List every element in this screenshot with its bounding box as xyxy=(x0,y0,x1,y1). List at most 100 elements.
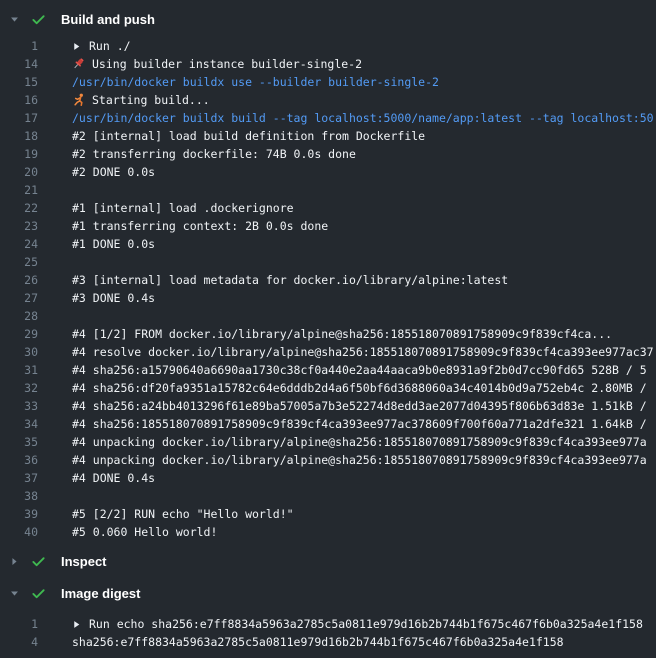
section-image-digest: Image digest 1Run echo sha256:e7ff8834a59… xyxy=(0,584,656,651)
log-text: #2 transferring dockerfile: 74B 0.0s don… xyxy=(72,145,356,163)
log-text: #4 sha256:a15790640a6690aa1730c38cf0a440… xyxy=(72,361,647,379)
expand-group-icon[interactable] xyxy=(72,620,81,629)
log-text-value: #4 sha256:a24bb4013296f61e89ba57005a7b3e… xyxy=(72,397,647,415)
log-line: 16 Starting build... xyxy=(0,91,656,109)
log-text-value: Starting build... xyxy=(92,91,210,109)
line-number[interactable]: 30 xyxy=(0,343,38,361)
log-line: 31 #4 sha256:a15790640a6690aa1730c38cf0a4… xyxy=(0,361,656,379)
section-header-inspect[interactable]: Inspect xyxy=(0,552,656,570)
log-line: 20 #2 DONE 0.0s xyxy=(0,163,656,181)
log-text-value: #4 sha256:a15790640a6690aa1730c38cf0a440… xyxy=(72,361,647,379)
log-text: #2 DONE 0.0s xyxy=(72,163,155,181)
log-line: 32 #4 sha256:df20fa9351a15782c64e6dddb2d4… xyxy=(0,379,656,397)
chevron-down-icon[interactable] xyxy=(8,587,21,600)
line-number[interactable]: 15 xyxy=(0,73,38,91)
chevron-down-icon[interactable] xyxy=(8,13,21,26)
log-line: 37 #4 DONE 0.4s xyxy=(0,469,656,487)
log-sections: Build and push1Run ./14Using builder ins… xyxy=(0,10,656,651)
log-text-value: sha256:e7ff8834a5963a2785c5a0811e979d16b… xyxy=(72,633,564,651)
log-text-value: #4 sha256:df20fa9351a15782c64e6dddb2d4a6… xyxy=(72,379,647,397)
log-text: #4 unpacking docker.io/library/alpine@sh… xyxy=(72,451,647,469)
log-line: 1Run echo sha256:e7ff8834a5963a2785c5a08… xyxy=(0,615,656,633)
line-number[interactable]: 18 xyxy=(0,127,38,145)
log-text-value: #4 [1/2] FROM docker.io/library/alpine@s… xyxy=(72,325,612,343)
line-number[interactable]: 1 xyxy=(0,37,38,55)
log-line: 24 #1 DONE 0.0s xyxy=(0,235,656,253)
log-text-value: #4 sha256:185518070891758909c9f839cf4ca3… xyxy=(72,415,647,433)
log-line: 17/usr/bin/docker buildx build --tag loc… xyxy=(0,109,656,127)
line-number[interactable]: 28 xyxy=(0,307,38,325)
log-text: #5 0.060 Hello world! xyxy=(72,523,217,541)
log-text-value: #1 [internal] load .dockerignore xyxy=(72,199,294,217)
log-line: 26#3 [internal] load metadata for docker… xyxy=(0,271,656,289)
log-line: 19 #2 transferring dockerfile: 74B 0.0s d… xyxy=(0,145,656,163)
chevron-right-icon[interactable] xyxy=(8,555,21,568)
line-number[interactable]: 4 xyxy=(0,633,38,651)
pushpin-icon xyxy=(72,57,86,71)
line-number[interactable]: 26 xyxy=(0,271,38,289)
log-text: Starting build... xyxy=(72,91,210,109)
success-check-icon xyxy=(31,586,46,601)
log-text-value: #1 transferring context: 2B 0.0s done xyxy=(72,217,328,235)
line-number[interactable]: 25 xyxy=(0,253,38,271)
log-text-value: #3 DONE 0.4s xyxy=(72,289,155,307)
log-text: #2 [internal] load build definition from… xyxy=(72,127,425,145)
log-text: #1 transferring context: 2B 0.0s done xyxy=(72,217,328,235)
log-line: 22 #1 [internal] load .dockerignore xyxy=(0,199,656,217)
line-number[interactable]: 20 xyxy=(0,163,38,181)
log-line: 27 #3 DONE 0.4s xyxy=(0,289,656,307)
runner-icon xyxy=(72,93,86,107)
section-build-and-push: Build and push 1 Run ./ 14 Using builder ins… xyxy=(0,10,656,541)
line-number[interactable]: 16 xyxy=(0,91,38,109)
log-line: 21 xyxy=(0,181,656,199)
line-number[interactable]: 14 xyxy=(0,55,38,73)
line-number[interactable]: 21 xyxy=(0,181,38,199)
line-number[interactable]: 32 xyxy=(0,379,38,397)
log-line: 28 xyxy=(0,307,656,325)
line-number[interactable]: 1 xyxy=(0,615,38,633)
log-text: #4 sha256:df20fa9351a15782c64e6dddb2d4a6… xyxy=(72,379,647,397)
log-line: 36 #4 unpacking docker.io/library/alpine@… xyxy=(0,451,656,469)
line-number[interactable]: 23 xyxy=(0,217,38,235)
line-number[interactable]: 40 xyxy=(0,523,38,541)
line-number[interactable]: 27 xyxy=(0,289,38,307)
expand-group-icon[interactable] xyxy=(72,42,81,51)
log-text-value: #4 unpacking docker.io/library/alpine@sh… xyxy=(72,451,647,469)
log-text-value: #2 [internal] load build definition from… xyxy=(72,127,425,145)
line-number[interactable]: 31 xyxy=(0,361,38,379)
log-line: 40 #5 0.060 Hello world! xyxy=(0,523,656,541)
section-title: Inspect xyxy=(61,554,107,569)
section-header-build-and-push[interactable]: Build and push xyxy=(0,10,656,28)
section-header-image-digest[interactable]: Image digest xyxy=(0,584,656,602)
log-text: #3 DONE 0.4s xyxy=(72,289,155,307)
log-line: 25 xyxy=(0,253,656,271)
log-text-value: #4 unpacking docker.io/library/alpine@sh… xyxy=(72,433,647,451)
line-number[interactable]: 35 xyxy=(0,433,38,451)
log-text-value: Using builder instance builder-single-2 xyxy=(92,55,362,73)
section-inspect: Inspect xyxy=(0,552,656,570)
line-number[interactable]: 33 xyxy=(0,397,38,415)
line-number[interactable]: 36 xyxy=(0,451,38,469)
line-number[interactable]: 17 xyxy=(0,109,38,127)
log-text-value: #1 DONE 0.0s xyxy=(72,235,155,253)
log-text: #4 DONE 0.4s xyxy=(72,469,155,487)
line-number[interactable]: 29 xyxy=(0,325,38,343)
log-line: 18 #2 [internal] load build definition fr… xyxy=(0,127,656,145)
line-number[interactable]: 39 xyxy=(0,505,38,523)
success-check-icon xyxy=(31,554,46,569)
log-text-value: /usr/bin/docker buildx use --builder bui… xyxy=(72,73,439,91)
log-text: Run ./ xyxy=(72,37,131,55)
log-text: #4 sha256:a24bb4013296f61e89ba57005a7b3e… xyxy=(72,397,647,415)
log-line: 29 #4 [1/2] FROM docker.io/library/alpine… xyxy=(0,325,656,343)
line-number[interactable]: 24 xyxy=(0,235,38,253)
line-number[interactable]: 34 xyxy=(0,415,38,433)
line-number[interactable]: 38 xyxy=(0,487,38,505)
line-number[interactable]: 22 xyxy=(0,199,38,217)
log-line: 33 #4 sha256:a24bb4013296f61e89ba57005a7b… xyxy=(0,397,656,415)
log-line: 15/usr/bin/docker buildx use --builder b… xyxy=(0,73,656,91)
line-number[interactable]: 19 xyxy=(0,145,38,163)
log-text-value: #5 [2/2] RUN echo "Hello world!" xyxy=(72,505,294,523)
success-check-icon xyxy=(31,12,46,27)
log-line: 34 #4 sha256:185518070891758909c9f839cf4c… xyxy=(0,415,656,433)
line-number[interactable]: 37 xyxy=(0,469,38,487)
